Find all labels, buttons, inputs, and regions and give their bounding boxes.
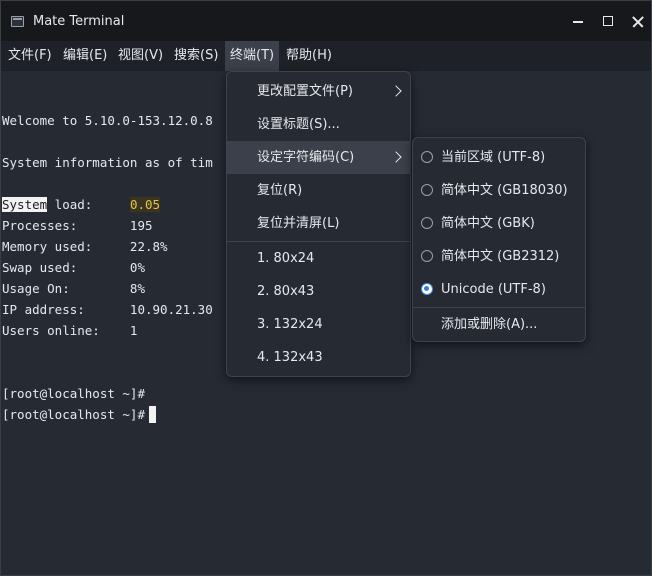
- menu-item-label: 设定字符编码(C): [257, 150, 355, 165]
- maximize-icon[interactable]: [598, 11, 618, 31]
- encoding-option-gb2312[interactable]: 简体中文 (GB2312): [413, 240, 585, 273]
- sysload-value: 0.05: [129, 197, 161, 212]
- menu-item-set-title[interactable]: 设置标题(S)...: [227, 108, 410, 141]
- text-cursor: [149, 406, 156, 423]
- terminal-line-processes: Processes: 195: [2, 218, 153, 233]
- menu-item-reset-clear[interactable]: 复位并清屏(L): [227, 207, 410, 240]
- radio-button-icon: [421, 250, 433, 262]
- menu-item-set-encoding[interactable]: 设定字符编码(C): [227, 141, 410, 174]
- terminal-line-sysload: System load: 0.05: [2, 196, 161, 214]
- encoding-add-remove[interactable]: 添加或删除(A)...: [413, 308, 585, 341]
- radio-button-icon: [421, 184, 433, 196]
- menu-item-size-80x24[interactable]: 1. 80x24: [227, 242, 410, 275]
- encoding-option-unicode[interactable]: Unicode (UTF-8): [413, 273, 585, 306]
- menubar: 文件(F) 编辑(E) 视图(V) 搜索(S) 终端(T) 帮助(H): [1, 41, 651, 71]
- menu-item-label: 设置标题(S)...: [257, 117, 340, 132]
- menu-item-label: 4. 132x43: [257, 350, 323, 365]
- radio-button-icon: [421, 151, 433, 163]
- encoding-option-label: 当前区域 (UTF-8): [441, 150, 546, 165]
- menu-item-label: 更改配置文件(P): [257, 84, 353, 99]
- encoding-option-gb18030[interactable]: 简体中文 (GB18030): [413, 174, 585, 207]
- terminal-line-swap: Swap used: 0%: [2, 260, 145, 275]
- menu-item-label: 1. 80x24: [257, 251, 315, 266]
- menu-item-label: 复位(R): [257, 183, 303, 198]
- terminal-line-prompt-1: [root@localhost ~]#: [2, 386, 145, 401]
- menu-item-size-80x43[interactable]: 2. 80x43: [227, 275, 410, 308]
- encoding-option-gbk[interactable]: 简体中文 (GBK): [413, 207, 585, 240]
- menu-search[interactable]: 搜索(S): [169, 41, 223, 71]
- terminal-line-ip: IP address: 10.90.21.30: [2, 302, 213, 317]
- menu-item-size-132x24[interactable]: 3. 132x24: [227, 308, 410, 341]
- chevron-right-icon: [390, 85, 402, 97]
- menu-item-size-132x43[interactable]: 4. 132x43: [227, 341, 410, 374]
- encoding-option-label: 简体中文 (GB2312): [441, 249, 560, 264]
- menu-view[interactable]: 视图(V): [113, 41, 168, 71]
- terminal-line-welcome: Welcome to 5.10.0-153.12.0.8: [2, 113, 213, 128]
- terminal-line-prompt-2: [root@localhost ~]#: [2, 406, 156, 424]
- close-icon[interactable]: [628, 11, 648, 31]
- radio-button-icon: [421, 217, 433, 229]
- menu-item-label: 2. 80x43: [257, 284, 315, 299]
- minimize-icon[interactable]: [568, 11, 588, 31]
- menu-item-label: 3. 132x24: [257, 317, 323, 332]
- menu-terminal[interactable]: 终端(T): [225, 41, 280, 71]
- menu-item-label: 复位并清屏(L): [257, 216, 340, 231]
- terminal-window: Mate Terminal 文件(F) 编辑(E) 视图(V) 搜索(S) 终端…: [0, 0, 652, 576]
- encoding-submenu: 当前区域 (UTF-8) 简体中文 (GB18030) 简体中文 (GBK) 简…: [412, 137, 586, 342]
- terminal-line-sysinfo: System information as of tim: [2, 155, 213, 170]
- encoding-option-label: 简体中文 (GB18030): [441, 183, 568, 198]
- menu-help[interactable]: 帮助(H): [281, 41, 337, 71]
- chevron-right-icon: [390, 151, 402, 163]
- menu-item-change-profile[interactable]: 更改配置文件(P): [227, 75, 410, 108]
- terminal-line-usage: Usage On: 8%: [2, 281, 145, 296]
- window-title: Mate Terminal: [33, 14, 125, 29]
- terminal-menu-dropdown: 更改配置文件(P) 设置标题(S)... 设定字符编码(C) 复位(R) 复位并…: [226, 71, 411, 377]
- terminal-line-memory: Memory used: 22.8%: [2, 239, 168, 254]
- sysload-label: load:: [47, 197, 130, 212]
- menu-file[interactable]: 文件(F): [3, 41, 57, 71]
- terminal-scrollbar[interactable]: [642, 71, 651, 575]
- terminal-line-users: Users online: 1: [2, 323, 138, 338]
- menu-edit[interactable]: 编辑(E): [58, 41, 112, 71]
- add-remove-label: 添加或删除(A)...: [441, 317, 538, 332]
- encoding-option-locale[interactable]: 当前区域 (UTF-8): [413, 141, 585, 174]
- menu-item-reset[interactable]: 复位(R): [227, 174, 410, 207]
- prompt-text: [root@localhost ~]#: [2, 407, 145, 422]
- encoding-option-label: Unicode (UTF-8): [441, 282, 546, 297]
- terminal-app-icon: [11, 16, 24, 27]
- encoding-option-label: 简体中文 (GBK): [441, 216, 535, 231]
- sysload-label-highlight: System: [2, 197, 48, 212]
- title-bar[interactable]: Mate Terminal: [1, 1, 651, 41]
- radio-button-checked-icon: [421, 283, 433, 295]
